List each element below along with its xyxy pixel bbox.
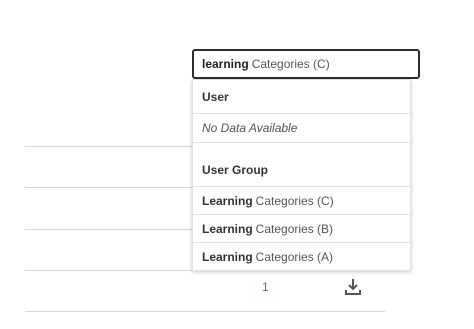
user-group-section-header: User Group (193, 143, 410, 187)
table-row-divider (25, 311, 385, 312)
count-link[interactable]: 1 (262, 280, 269, 294)
dropdown-option-learning-categories-b[interactable]: Learning Categories (B) (193, 215, 410, 243)
option-match-text: Learning (202, 193, 253, 208)
option-match-text: Learning (202, 250, 253, 264)
dropdown-option-learning-categories-c[interactable]: Learning Categories (C) (193, 187, 410, 215)
user-empty-message: No Data Available (193, 114, 410, 143)
search-typed-text: learning (202, 57, 249, 71)
option-rest-text: Categories (A) (255, 250, 334, 264)
search-input[interactable]: learning Categories (C) (192, 49, 420, 79)
search-suggestion-text: Categories (C) (251, 57, 330, 71)
user-section-header: User (193, 80, 410, 114)
option-match-text: Learning (202, 221, 253, 236)
download-icon[interactable] (345, 278, 361, 296)
option-rest-text: Categories (C) (255, 193, 334, 208)
dropdown-option-learning-categories-a[interactable]: Learning Categories (A) (193, 243, 410, 271)
autocomplete-dropdown: User No Data Available User Group Learni… (192, 79, 411, 271)
option-rest-text: Categories (B) (255, 221, 334, 236)
